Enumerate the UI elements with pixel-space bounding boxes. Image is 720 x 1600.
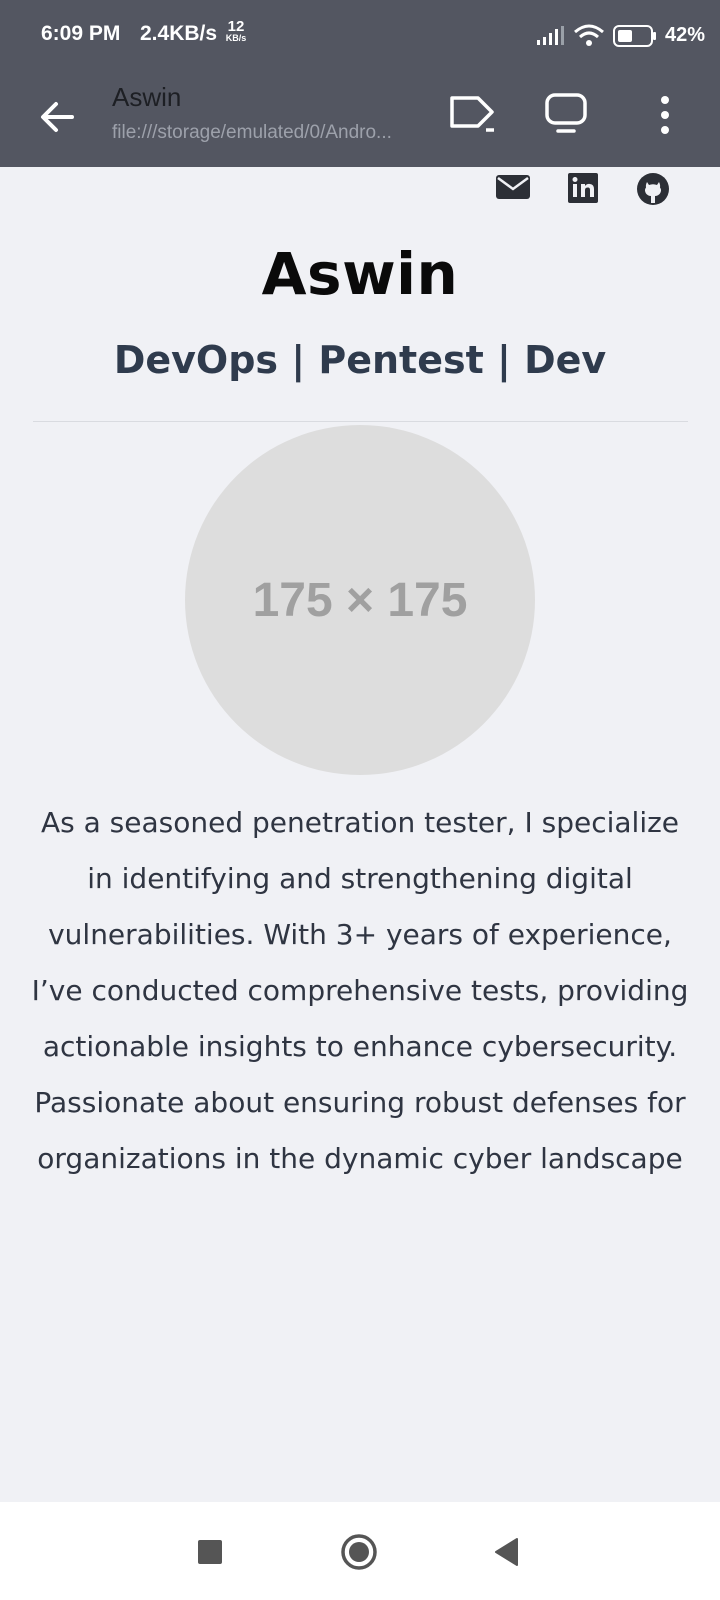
browser-toolbar: Aswin file:///storage/emulated/0/Andro..… (0, 70, 720, 167)
more-options-button[interactable] (640, 90, 690, 140)
battery-percent: 42% (664, 24, 705, 46)
avatar-placeholder: 175 × 175 (185, 425, 535, 775)
more-vert-icon (661, 96, 669, 134)
system-back-button[interactable] (488, 1532, 528, 1572)
github-link[interactable] (636, 172, 670, 212)
desktop-icon (545, 93, 587, 133)
signal-icon (537, 26, 564, 45)
home-icon (341, 1534, 377, 1570)
profile-name: Aswin (261, 240, 459, 308)
page-title: Aswin (112, 82, 182, 112)
battery-icon (613, 25, 656, 47)
cast-button[interactable] (448, 90, 498, 140)
desktop-site-button[interactable] (543, 90, 593, 140)
home-button[interactable] (339, 1532, 379, 1572)
recent-apps-icon (198, 1540, 222, 1564)
wifi-icon (574, 24, 604, 46)
system-nav-bar (0, 1502, 720, 1600)
github-icon (637, 173, 669, 205)
status-bar: 6:09 PM 2.4KB/s 12 KB/s 42% (0, 0, 720, 70)
recent-apps-button[interactable] (190, 1532, 230, 1572)
status-speed-unit: 12 KB/s (225, 18, 247, 43)
email-icon (496, 175, 530, 199)
status-time: 6:09 PM (41, 22, 121, 45)
cast-icon (450, 96, 494, 132)
linkedin-icon (568, 173, 598, 203)
profile-bio: As a seasoned penetration tester, I spec… (31, 806, 689, 1175)
page-url[interactable]: file:///storage/emulated/0/Andro... (112, 122, 422, 144)
profile-role: DevOps | Pentest | Dev (113, 338, 607, 382)
back-arrow-icon (41, 102, 74, 132)
divider (33, 421, 688, 422)
status-network-speed: 2.4KB/s (140, 22, 218, 45)
back-icon (495, 1538, 518, 1566)
linkedin-link[interactable] (567, 172, 599, 212)
email-link[interactable] (495, 172, 531, 212)
back-button[interactable] (34, 92, 84, 142)
